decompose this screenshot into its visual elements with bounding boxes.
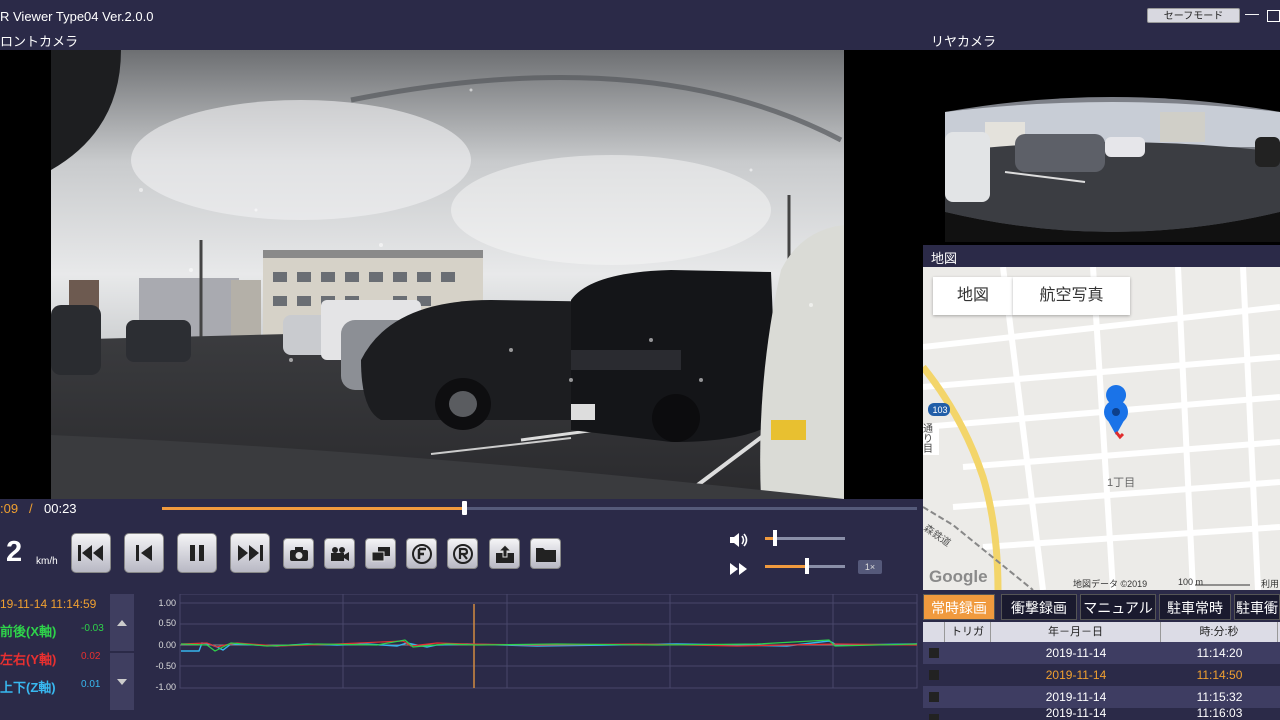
front-camera-video[interactable] bbox=[51, 50, 844, 499]
skip-end-button[interactable] bbox=[230, 533, 270, 573]
export-button[interactable] bbox=[489, 538, 520, 569]
side-label: 通り 目 bbox=[923, 425, 939, 455]
axis-x-label: 前後(X軸) bbox=[0, 624, 57, 639]
time-separator: / bbox=[29, 501, 33, 516]
folder-icon bbox=[535, 547, 556, 562]
axis-x-value: -0.03 bbox=[81, 623, 104, 634]
axis-z-label: 上下(Z軸) bbox=[0, 680, 56, 695]
window-button[interactable] bbox=[365, 538, 396, 569]
rear-view-button[interactable] bbox=[447, 538, 478, 569]
total-time: 00:23 bbox=[44, 501, 77, 516]
minimize-button[interactable]: — bbox=[1245, 5, 1259, 21]
fast-forward-icon bbox=[728, 561, 750, 577]
scroll-up-button[interactable] bbox=[110, 594, 134, 651]
speed-value: 2 bbox=[6, 536, 23, 568]
tab-parking-impact[interactable]: 駐車衝 bbox=[1234, 594, 1280, 620]
prev-frame-button[interactable] bbox=[124, 533, 164, 573]
pause-button[interactable] bbox=[177, 533, 217, 573]
recording-table-header: トリガ 年－月－日 時:分:秒 bbox=[923, 622, 1280, 642]
map-terms[interactable]: 利用 bbox=[1261, 577, 1279, 590]
row-checkbox[interactable] bbox=[929, 692, 939, 702]
tab-manual[interactable]: マニュアル bbox=[1080, 594, 1156, 620]
pause-icon bbox=[190, 545, 204, 561]
skip-to-end-icon bbox=[238, 545, 263, 561]
current-time: :09 bbox=[0, 501, 19, 516]
axis-z-value: 0.01 bbox=[81, 679, 101, 690]
row-date: 2019-11-14 bbox=[1045, 668, 1107, 682]
clip-button[interactable] bbox=[324, 538, 355, 569]
row-date: 2019-11-14 bbox=[1045, 708, 1107, 720]
time-header: 時:分:秒 bbox=[1161, 622, 1278, 642]
map-attribution: 地図データ ©2019 bbox=[1073, 579, 1148, 589]
row-date: 2019-11-14 bbox=[1045, 690, 1107, 704]
area-label: 1丁目 bbox=[1107, 477, 1136, 489]
rear-camera-video[interactable] bbox=[945, 52, 1280, 242]
skip-start-button[interactable] bbox=[71, 533, 111, 573]
front-view-button[interactable] bbox=[406, 538, 437, 569]
row-time: 11:15:32 bbox=[1196, 690, 1243, 704]
google-logo: Google bbox=[929, 567, 988, 586]
row-time: 11:14:20 bbox=[1196, 646, 1243, 660]
safe-mode-button[interactable]: セーフモード bbox=[1147, 8, 1240, 23]
table-row[interactable]: 2019-11-14 11:14:20 bbox=[923, 642, 1280, 664]
table-row[interactable]: 2019-11-14 11:16:03 bbox=[923, 708, 1280, 720]
checkbox-header bbox=[923, 622, 945, 642]
triangle-down-icon bbox=[117, 678, 127, 685]
playback-rate-handle[interactable] bbox=[805, 558, 809, 574]
window-icon bbox=[371, 546, 390, 561]
row-date: 2019-11-14 bbox=[1045, 646, 1107, 660]
row-checkbox[interactable] bbox=[929, 670, 939, 680]
video-camera-icon bbox=[330, 546, 349, 561]
tab-aerial[interactable]: 航空写真 bbox=[1013, 277, 1130, 315]
maximize-button[interactable] bbox=[1267, 10, 1280, 22]
map-scale: 100 m bbox=[1178, 577, 1204, 587]
trigger-header: トリガ bbox=[945, 622, 991, 642]
table-row[interactable]: 2019-11-14 11:15:32 bbox=[923, 686, 1280, 708]
tab-parking-continuous[interactable]: 駐車常時 bbox=[1159, 594, 1231, 620]
triangle-up-icon bbox=[117, 619, 127, 626]
app-title: R Viewer Type04 Ver.2.0.0 bbox=[0, 9, 154, 24]
skip-to-start-icon bbox=[78, 545, 103, 561]
camera-icon bbox=[289, 546, 308, 561]
seek-handle[interactable] bbox=[462, 501, 467, 515]
snapshot-button[interactable] bbox=[283, 538, 314, 569]
volume-handle[interactable] bbox=[773, 530, 777, 546]
map-section-label: 地図 bbox=[931, 251, 958, 266]
viewer-window: R Viewer Type04 Ver.2.0.0 セーフモード — ロントカメ… bbox=[0, 0, 1280, 720]
date-header: 年－月－日 bbox=[991, 622, 1161, 642]
scroll-down-button[interactable] bbox=[110, 653, 134, 710]
volume-icon[interactable] bbox=[728, 531, 750, 549]
g-sensor-datetime: 19-11-14 11:14:59 bbox=[0, 597, 97, 611]
playback-rate-level bbox=[765, 565, 807, 568]
tab-continuous[interactable]: 常時録画 bbox=[923, 594, 995, 620]
row-time: 11:14:50 bbox=[1196, 668, 1243, 682]
tab-map[interactable]: 地図 bbox=[933, 277, 1013, 315]
g-sensor-graph[interactable] bbox=[137, 594, 920, 690]
row-checkbox[interactable] bbox=[929, 648, 939, 658]
axis-y-value: 0.02 bbox=[81, 651, 101, 662]
rear-camera-label: リヤカメラ bbox=[931, 34, 997, 49]
map-view[interactable]: 地図 航空写真 103 1丁目 通り 目 森鉄道 Google 地図データ ©2… bbox=[923, 267, 1280, 590]
seek-progress bbox=[162, 507, 464, 510]
playback-rate-badge: 1× bbox=[858, 560, 882, 574]
table-row[interactable]: 2019-11-14 11:14:50 bbox=[923, 664, 1280, 686]
tab-impact[interactable]: 衝撃録画 bbox=[1001, 594, 1077, 620]
route-badge: 103 bbox=[932, 405, 948, 415]
step-back-icon bbox=[136, 545, 152, 561]
upload-folder-icon bbox=[495, 543, 514, 563]
r-circle-icon bbox=[452, 543, 473, 564]
row-time: 11:16:03 bbox=[1196, 708, 1243, 720]
row-checkbox[interactable] bbox=[929, 714, 939, 720]
open-folder-button[interactable] bbox=[530, 538, 561, 569]
axis-y-label: 左右(Y軸) bbox=[0, 652, 57, 667]
front-camera-label: ロントカメラ bbox=[0, 34, 79, 49]
f-circle-icon bbox=[411, 543, 432, 564]
speed-unit: km/h bbox=[36, 556, 58, 567]
recording-tabs: 常時録画 衝撃録画 マニュアル 駐車常時 駐車衝 bbox=[923, 594, 1280, 622]
volume-track[interactable] bbox=[765, 537, 845, 540]
